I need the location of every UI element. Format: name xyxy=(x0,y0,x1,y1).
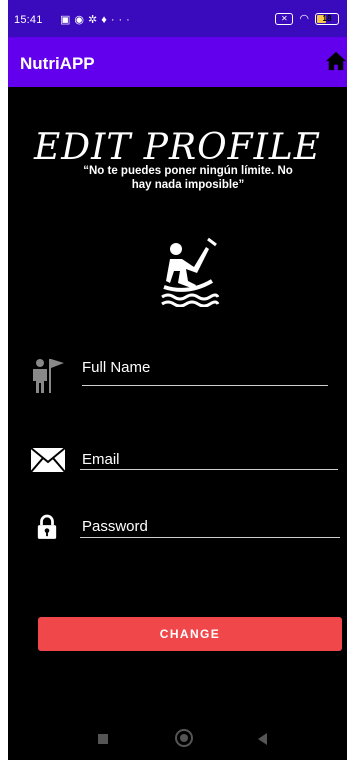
email-underline xyxy=(80,469,338,470)
motivational-quote: “No te puedes poner ningún límite. No ha… xyxy=(83,165,293,191)
page-title: EDIT PROFILE xyxy=(33,127,322,168)
battery-icon: 18 xyxy=(315,12,339,25)
home-nav-button[interactable] xyxy=(175,729,193,747)
chrome-icon: ◉ xyxy=(74,14,89,26)
full-name-underline xyxy=(82,385,328,386)
system-nav-bar xyxy=(8,720,347,760)
n-icon: ▣ xyxy=(60,14,75,26)
mic-icon: ♦ xyxy=(101,14,111,26)
home-icon[interactable] xyxy=(325,51,347,71)
more-icon: ··· xyxy=(110,14,134,26)
status-time: 15:41 xyxy=(14,14,43,26)
status-right-icons: ✕ ◠ 18 xyxy=(275,12,339,25)
app-bar: NutriAPP xyxy=(8,37,347,87)
envelope-icon xyxy=(30,447,66,473)
gear-icon: ✲ xyxy=(88,14,102,26)
status-notification-icons: ▣◉✲♦··· xyxy=(60,13,134,26)
wifi-icon: ◠ xyxy=(299,13,309,25)
email-input[interactable]: Email xyxy=(82,451,120,468)
status-bar: 15:41 ▣◉✲♦··· ✕ ◠ 18 xyxy=(8,0,347,37)
battery-saver-icon: ✕ xyxy=(275,12,294,25)
person-flag-icon xyxy=(33,359,64,393)
back-button[interactable] xyxy=(258,733,267,745)
full-name-input[interactable]: Full Name xyxy=(82,359,150,376)
password-underline xyxy=(80,537,340,538)
kitesurfer-icon xyxy=(161,237,220,307)
password-input[interactable]: Password xyxy=(82,518,148,535)
recents-button[interactable] xyxy=(98,734,108,744)
app-title: NutriAPP xyxy=(20,54,95,73)
battery-level: 18 xyxy=(322,13,332,23)
change-button[interactable]: CHANGE xyxy=(38,617,342,651)
lock-icon xyxy=(37,514,57,539)
edit-profile-screen: EDIT PROFILE “No te puedes poner ningún … xyxy=(8,87,347,720)
phone-screen: 15:41 ▣◉✲♦··· ✕ ◠ 18 NutriAPP EDIT PROFI… xyxy=(8,0,347,760)
